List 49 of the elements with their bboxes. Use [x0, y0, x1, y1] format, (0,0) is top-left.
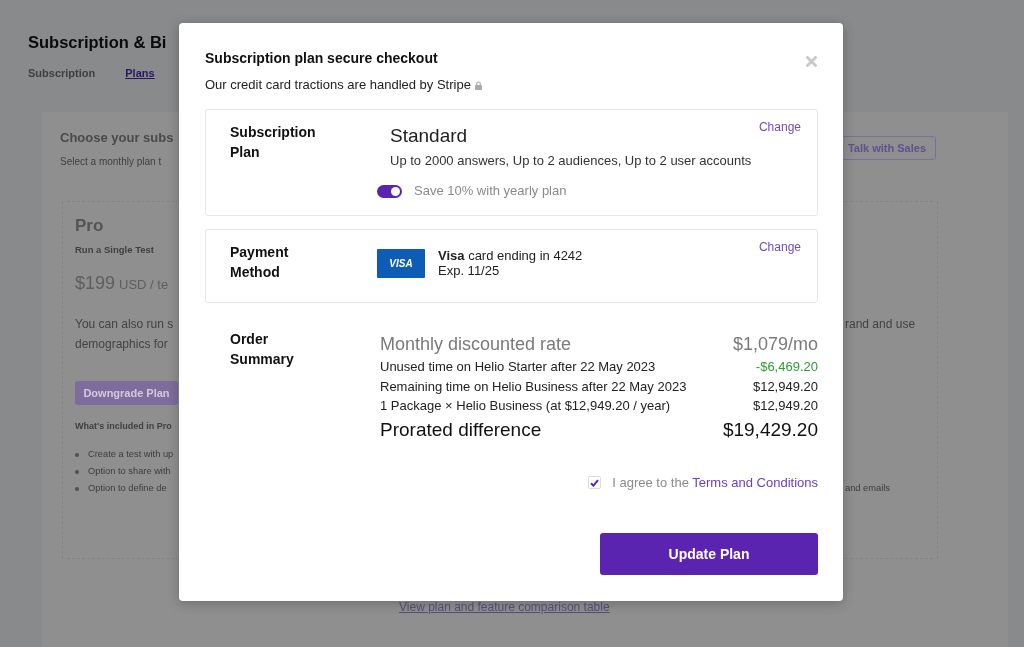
feature-text: Option to define de	[88, 482, 167, 495]
plan-name: Pro	[75, 215, 104, 237]
plan-description: You can also run s demographics for	[75, 317, 174, 351]
section-label: Payment Method	[230, 243, 290, 282]
update-plan-button[interactable]: Update Plan	[600, 532, 818, 575]
feature-text: Option to share with	[88, 465, 171, 478]
page-title: Subscription & Bi	[28, 32, 167, 53]
tab[interactable]: Plans	[125, 66, 155, 80]
section-label: Order Summary	[230, 330, 295, 369]
downgrade-plan-button[interactable]: Downgrade Plan	[75, 381, 178, 405]
change-link[interactable]: Change	[758, 240, 801, 254]
feature-text: and emails	[845, 482, 891, 495]
check-icon	[590, 478, 600, 487]
terms-link[interactable]: Terms and Conditions	[692, 474, 818, 490]
card-expiry: Exp. 11/25	[438, 263, 501, 278]
summary-amount: $19,429.20	[722, 417, 818, 442]
plan-tagline: Run a Single Test	[75, 243, 154, 257]
dialog-title: Subscription plan secure checkout	[205, 49, 438, 67]
summary-amount: $12,949.20	[752, 377, 818, 396]
summary-amount: $12,949.20	[752, 397, 818, 415]
terms-text: I agree to the Terms and Conditions	[612, 473, 818, 492]
bullet-icon	[75, 469, 79, 474]
card-text: Visa card ending in 4242	[438, 248, 583, 263]
dialog-subtitle: Our credit card tractions are handled by Stripe	[205, 76, 471, 94]
plan-name: Standard	[390, 124, 468, 148]
features-heading: What's included in Pro	[75, 420, 172, 433]
change-link[interactable]: Change	[758, 120, 801, 134]
plan-description: rand and use	[845, 317, 916, 331]
toggle-switch[interactable]	[377, 184, 402, 198]
summary-label: 1 Package × Helio Business (at $12,949.20 / year)	[380, 397, 671, 415]
summary-label: Unused time on Helio Starter after 22 May 2023	[380, 358, 656, 376]
summary-amount: $1,079/mo	[732, 333, 818, 355]
section-subheading: Select a monthly plan t	[60, 155, 162, 169]
lock-icon	[474, 80, 482, 90]
checkbox[interactable]	[588, 476, 602, 489]
summary-label: Remaining time on Helio Business after 22 May 2023	[380, 377, 687, 396]
section-heading: Choose your subs	[60, 129, 174, 147]
card-brand-logo: VISA	[377, 248, 425, 278]
summary-amount: -$6,469.20	[755, 358, 818, 376]
toggle-label: Save 10% with yearly plan	[414, 182, 567, 200]
bullet-icon	[75, 452, 79, 457]
bullet-icon	[75, 486, 79, 491]
summary-label: Monthly discounted rate	[380, 333, 572, 355]
plan-features-text: Up to 2000 answers, Up to 2 audiences, Up to 2 user accounts	[390, 152, 752, 170]
tab[interactable]: Subscription	[28, 66, 96, 80]
feature-text: Create a test with up	[88, 448, 174, 461]
summary-label: Prorated difference	[380, 417, 542, 442]
section-label: Subscription Plan	[230, 123, 317, 162]
comparison-table-link[interactable]: View plan and feature comparison table	[399, 599, 610, 615]
